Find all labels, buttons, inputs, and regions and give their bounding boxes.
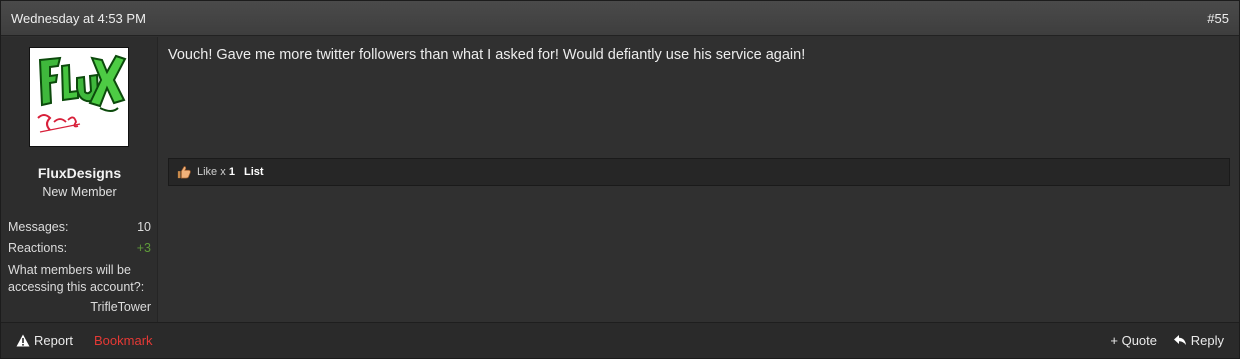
stat-reactions: Reactions: +3 [8, 241, 151, 262]
like-count[interactable]: 1 [229, 166, 235, 178]
user-info-panel: FluxDesigns New Member Messages: 10 Reac… [1, 37, 158, 322]
post-date[interactable]: Wednesday at 4:53 PM [11, 11, 146, 26]
stat-custom-value: TrifleTower [90, 300, 151, 314]
avatar[interactable] [29, 47, 129, 147]
stat-value: +3 [136, 241, 151, 255]
thumbs-up-icon [177, 166, 191, 179]
reactions-bar: Like x 1 List [168, 158, 1230, 186]
post-message: Vouch! Gave me more twitter followers th… [168, 47, 806, 63]
report-button[interactable]: Report [16, 333, 73, 348]
username[interactable]: FluxDesigns [1, 165, 158, 181]
bookmark-button[interactable]: Bookmark [94, 333, 153, 348]
warning-icon [16, 334, 30, 347]
stat-custom-label: What members will be accessing this acco… [8, 263, 145, 294]
flux-designs-logo-icon [37, 54, 127, 133]
like-summary: Like x 1 [197, 166, 235, 178]
post-actions: Report Bookmark + Quote Reply [1, 322, 1239, 358]
user-title: New Member [42, 185, 117, 199]
stat-value: 10 [137, 220, 151, 234]
reply-arrow-icon [1173, 335, 1186, 345]
reactions-list-link[interactable]: List [244, 166, 264, 178]
like-label: Like x [197, 166, 226, 178]
user-stats: Messages: 10 Reactions: +3 What members … [8, 220, 151, 316]
post-permalink[interactable]: #55 [1207, 11, 1229, 26]
quote-button[interactable]: + Quote [1110, 333, 1157, 348]
stat-messages: Messages: 10 [8, 220, 151, 241]
post-header: Wednesday at 4:53 PM #55 [1, 1, 1239, 36]
stat-label: Messages: [8, 220, 69, 234]
report-label: Report [34, 333, 74, 348]
message-post: Wednesday at 4:53 PM #55 FluxDesigns New… [0, 0, 1240, 359]
stat-label: Reactions: [8, 241, 68, 255]
reply-button[interactable]: Reply [1173, 333, 1224, 348]
reply-label: Reply [1190, 333, 1224, 348]
